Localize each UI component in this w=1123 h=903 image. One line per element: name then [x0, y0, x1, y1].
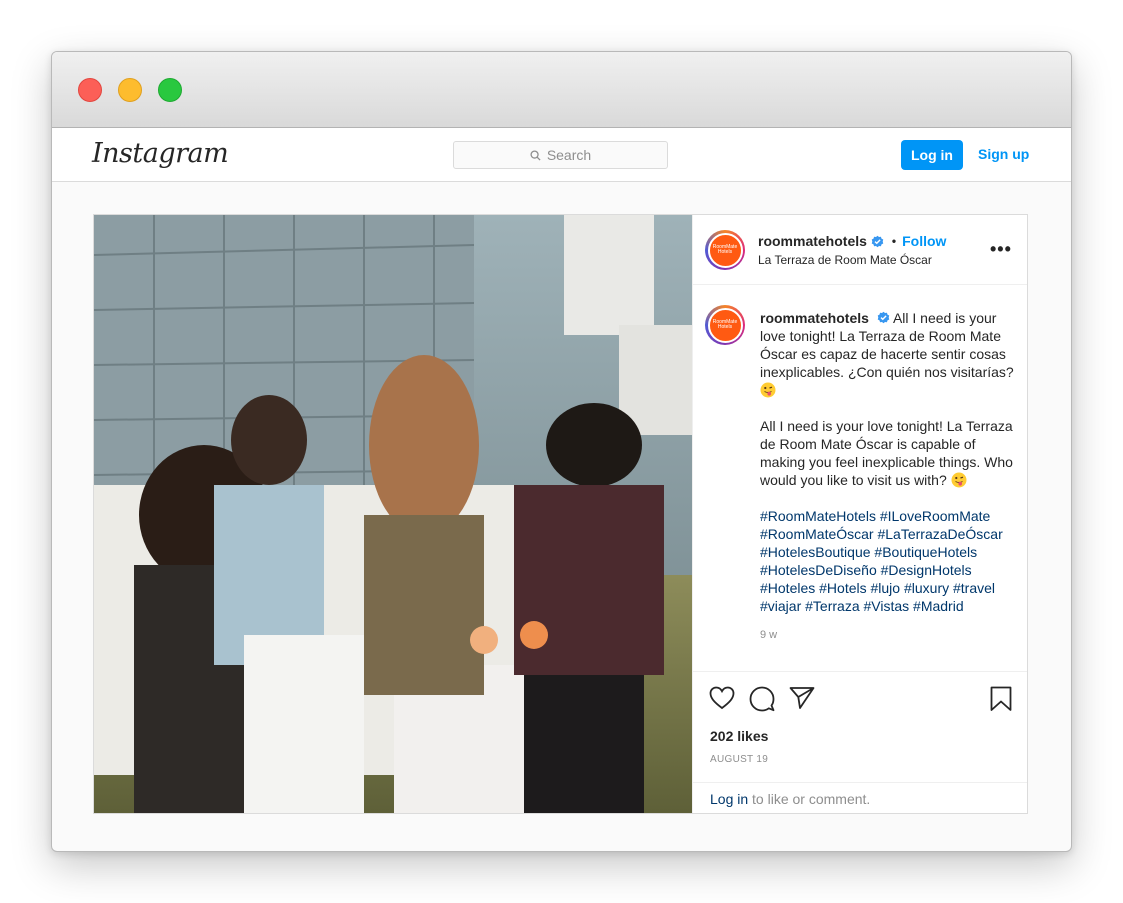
hashtags[interactable]: #RoomMateHotels #ILoveRoomMate #RoomMate… — [760, 507, 1020, 615]
bookmark-icon[interactable] — [990, 686, 1012, 712]
title-bar — [52, 52, 1071, 128]
caption-avatar-text: RoomMate Hotels — [712, 319, 738, 330]
signup-link[interactable]: Sign up — [978, 146, 1029, 162]
search-placeholder: Search — [546, 147, 592, 163]
search-input[interactable]: Search — [453, 141, 668, 169]
comment-bubble-icon[interactable] — [749, 686, 775, 712]
avatar-text: RoomMate Hotels — [712, 244, 738, 255]
close-window-button[interactable] — [78, 78, 102, 102]
post-caption: roommatehotels All I need is your love t… — [760, 309, 1020, 633]
top-navbar: Instagram Search Log in Sign up — [52, 128, 1071, 182]
likes-count[interactable]: 202 likes — [710, 728, 768, 744]
username-link[interactable]: roommatehotels — [758, 233, 867, 249]
winking-tongue-emoji-icon — [760, 382, 776, 398]
caption-english: All I need is your love tonight! La Terr… — [760, 418, 1013, 488]
location-link[interactable]: La Terraza de Room Mate Óscar — [758, 253, 932, 267]
verified-badge-icon — [877, 311, 890, 324]
comment-login-link[interactable]: Log in — [710, 791, 748, 807]
minimize-window-button[interactable] — [118, 78, 142, 102]
winking-tongue-emoji-icon — [951, 472, 967, 488]
post-sidebar: RoomMate Hotels roommatehotels • Follow … — [692, 215, 1027, 813]
verified-badge-icon — [871, 235, 884, 247]
comment-prompt: Log in to like or comment. — [693, 782, 1027, 813]
comment-prompt-text: to like or comment. — [748, 791, 871, 807]
login-button[interactable]: Log in — [901, 140, 963, 170]
time-ago[interactable]: 9 w — [760, 629, 777, 641]
follow-button[interactable]: Follow — [902, 233, 946, 249]
paper-plane-icon[interactable] — [789, 686, 815, 710]
instagram-logo[interactable]: Instagram — [92, 138, 229, 169]
more-options-icon[interactable]: ••• — [990, 239, 1012, 260]
heart-icon[interactable] — [709, 686, 735, 710]
post-header: RoomMate Hotels roommatehotels • Follow … — [693, 215, 1027, 285]
header-username-row: roommatehotels • Follow — [758, 233, 946, 249]
post-photo[interactable] — [94, 215, 692, 813]
post-card: RoomMate Hotels roommatehotels • Follow … — [93, 214, 1028, 814]
browser-window: Instagram Search Log in Sign up RoomMate… — [51, 51, 1072, 852]
post-date[interactable]: AUGUST 19 — [710, 754, 768, 765]
search-icon — [530, 149, 541, 161]
caption-username[interactable]: roommatehotels — [760, 310, 869, 326]
avatar[interactable]: RoomMate Hotels — [705, 230, 745, 270]
separator-dot: • — [891, 234, 897, 248]
actions-section: 202 likes AUGUST 19 — [693, 671, 1027, 783]
caption-avatar[interactable]: RoomMate Hotels — [705, 305, 745, 345]
maximize-window-button[interactable] — [158, 78, 182, 102]
